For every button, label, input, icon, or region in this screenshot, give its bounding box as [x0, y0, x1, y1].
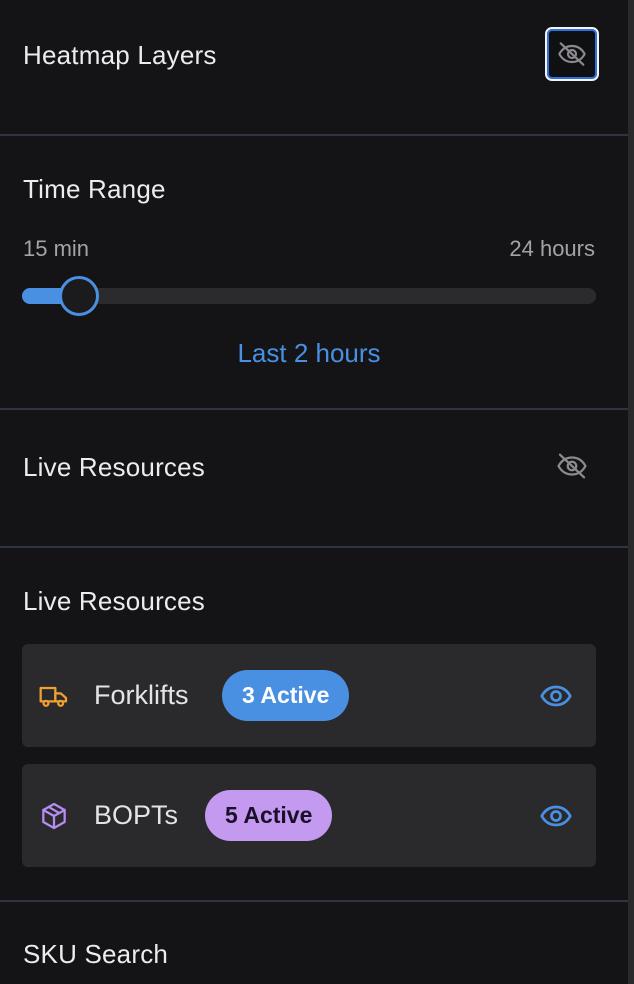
- truck-icon: [38, 680, 70, 712]
- sku-search-title: SKU Search: [23, 939, 169, 969]
- resource-card-forklifts[interactable]: Forklifts 3 Active: [22, 644, 596, 747]
- range-max-label: 24 hours: [509, 236, 595, 261]
- eye-icon[interactable]: [538, 798, 574, 834]
- live-resources-toggle-title: Live Resources: [23, 452, 205, 482]
- eye-icon[interactable]: [538, 678, 574, 714]
- resource-label: BOPTs: [94, 800, 179, 830]
- eye-off-icon: [555, 449, 589, 483]
- status-badge: 5 Active: [205, 790, 333, 841]
- status-badge: 3 Active: [222, 670, 350, 721]
- scrollbar[interactable]: [628, 0, 634, 984]
- heatmap-layers-section: Heatmap Layers: [0, 0, 628, 134]
- live-resources-title: Live Resources: [23, 586, 205, 616]
- resource-card-bopts[interactable]: BOPTs 5 Active: [22, 764, 596, 867]
- package-icon: [38, 800, 70, 832]
- sidebar-panel: Heatmap Layers Time Range 15 min 24 hour…: [0, 0, 628, 984]
- heatmap-visibility-toggle[interactable]: [545, 27, 599, 81]
- time-range-title: Time Range: [23, 174, 166, 204]
- time-range-slider-track[interactable]: [22, 288, 596, 304]
- resource-label: Forklifts: [94, 680, 189, 710]
- time-range-value: Last 2 hours: [237, 338, 381, 368]
- live-resources-visibility-toggle[interactable]: [552, 448, 592, 484]
- range-min-label: 15 min: [23, 236, 90, 261]
- eye-off-icon: [556, 38, 588, 70]
- heatmap-layers-title: Heatmap Layers: [23, 40, 217, 70]
